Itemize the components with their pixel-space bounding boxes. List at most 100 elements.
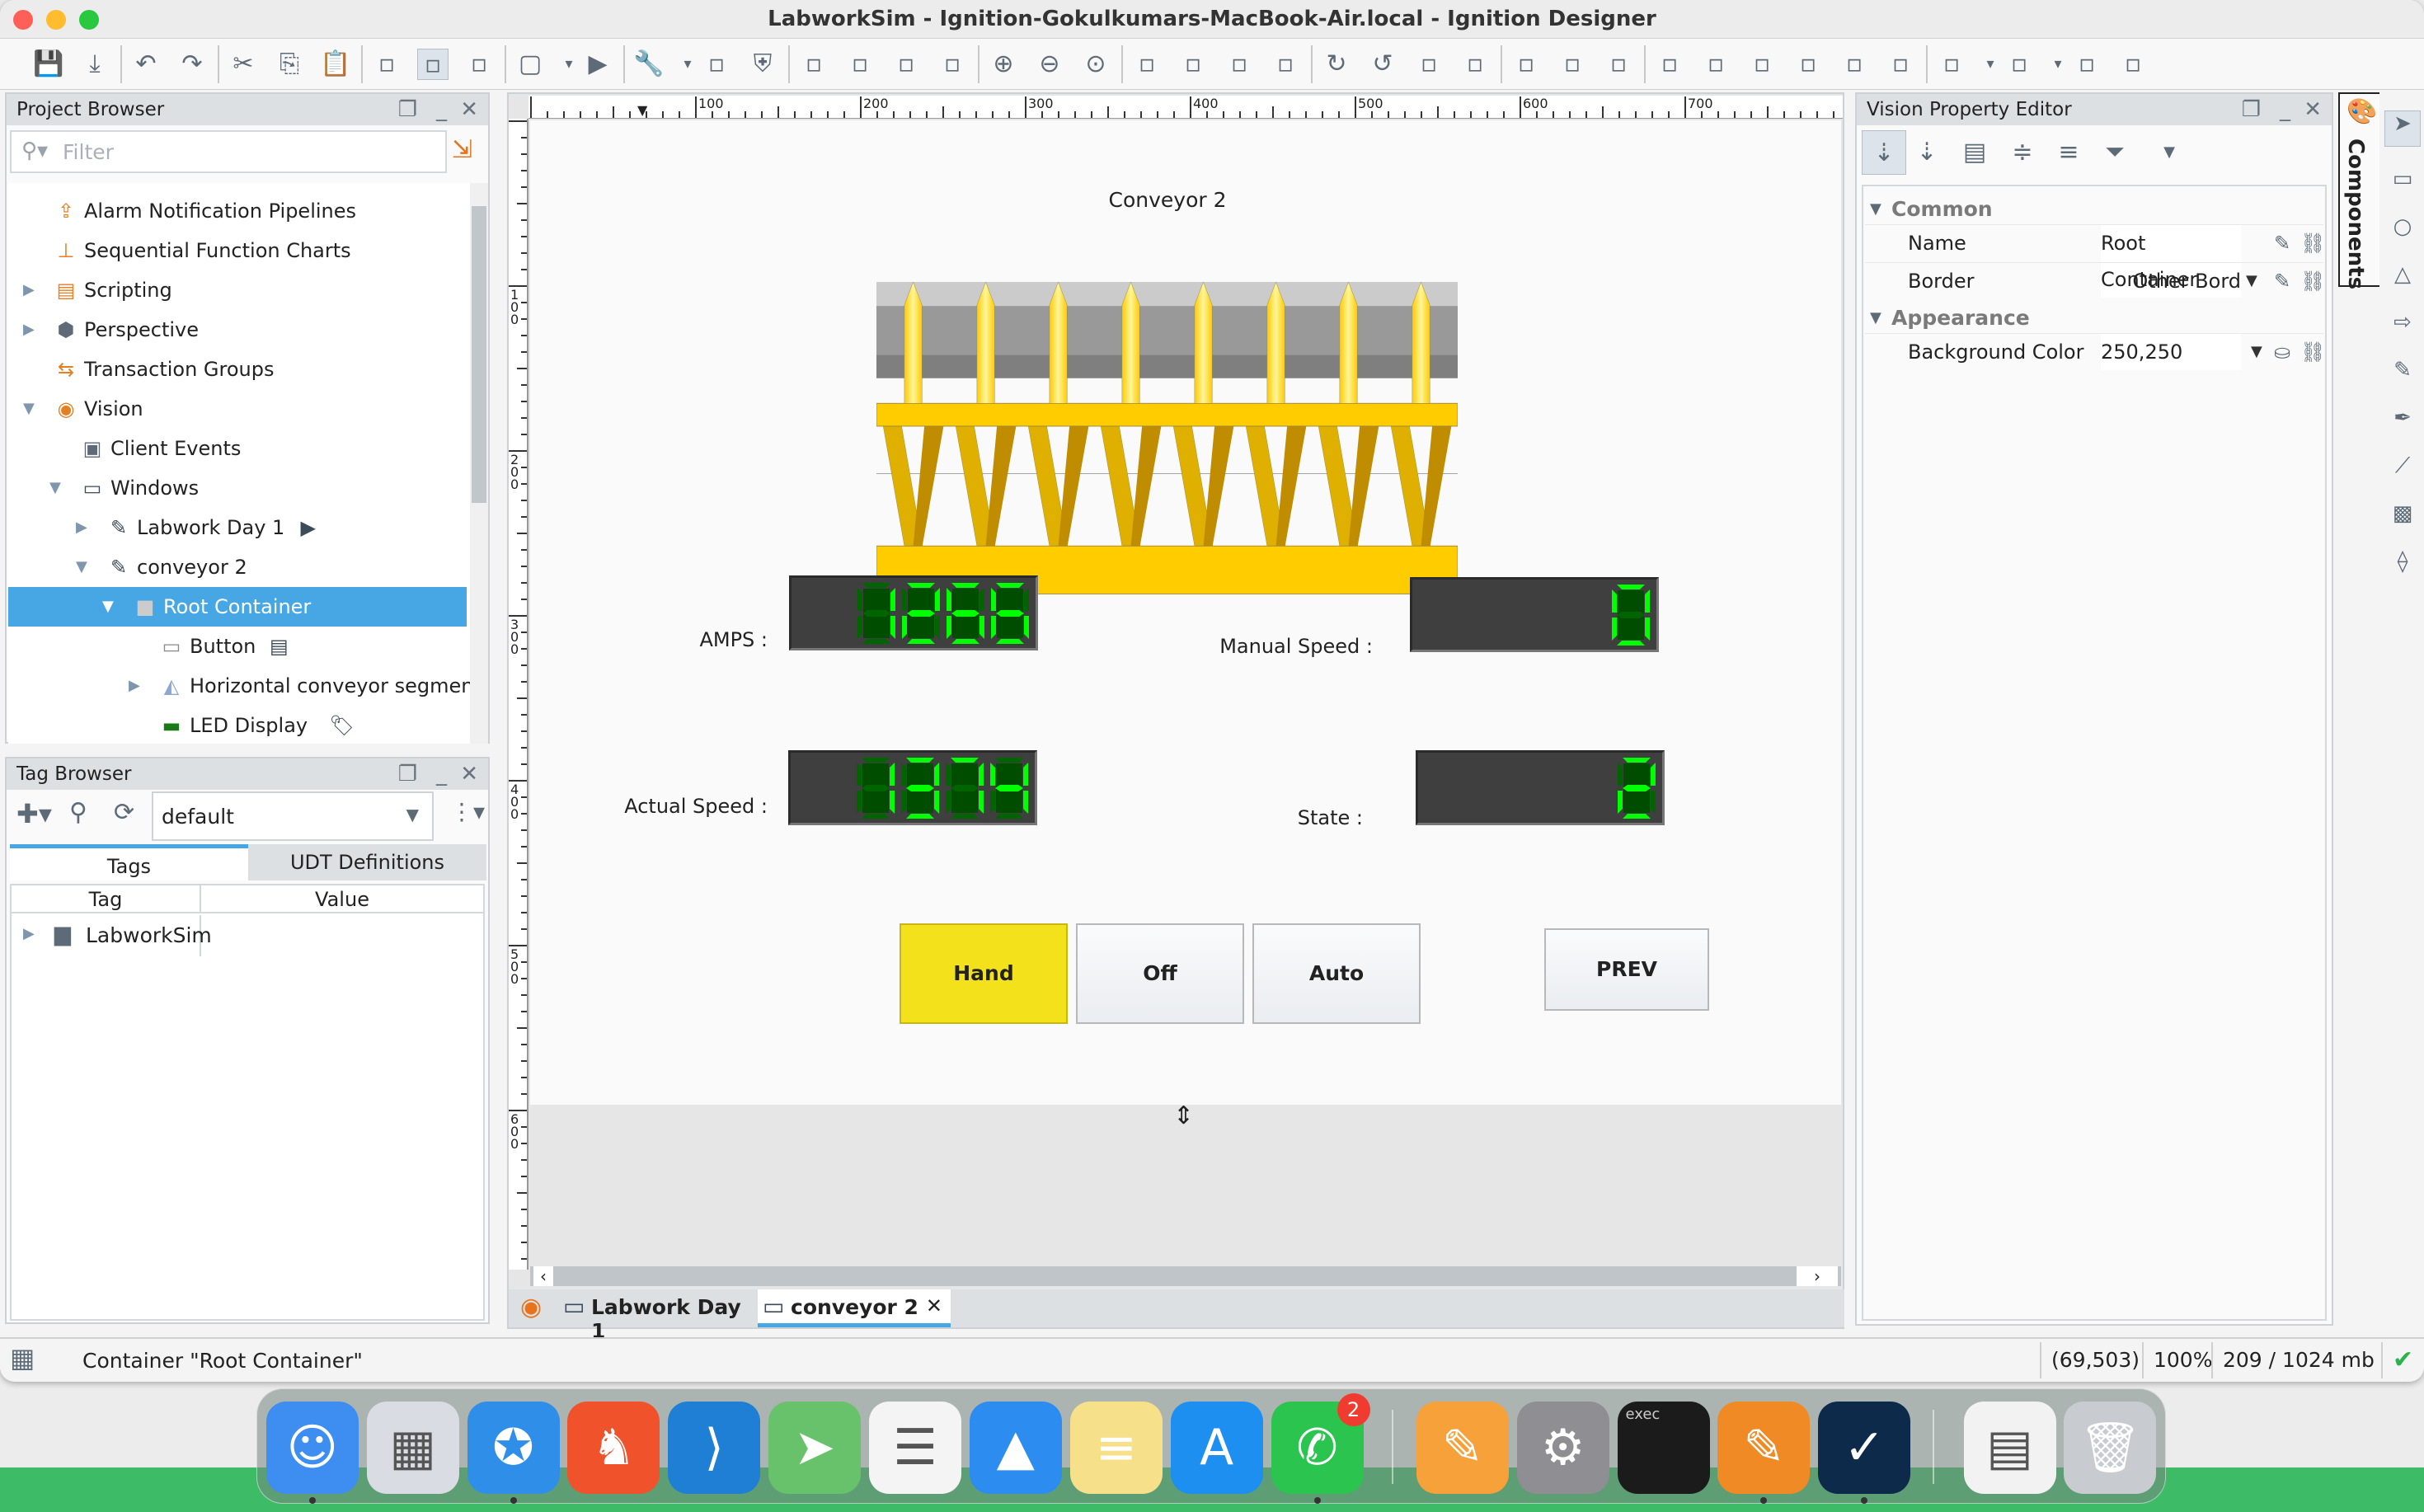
tree-item[interactable]: ▶ ◭ Horizontal conveyor segment [8, 666, 470, 706]
minimize-icon[interactable]: _ [436, 758, 447, 790]
property-row[interactable]: Name Root Container ✎ ⛓ [1865, 224, 2325, 298]
gradient-tool-icon[interactable]: ▩ [2384, 501, 2421, 538]
edit-icon[interactable]: ✎ [2274, 263, 2290, 299]
property-row[interactable]: Background Color 250,250 ▼ ⛀ ⛓ [1865, 333, 2325, 370]
more-options-icon[interactable]: ⋮▾ [450, 798, 485, 825]
tree-item[interactable]: ▶ ✎ Labwork Day 1 ▶ [8, 508, 467, 547]
align-right-icon[interactable]: ▫ [1746, 49, 1778, 80]
paste-icon[interactable]: 📋 [320, 49, 351, 80]
system-settings-icon[interactable]: ⚙ [1516, 1402, 1609, 1494]
zoom-in-icon[interactable]: ⊕ [988, 49, 1019, 80]
auto-button[interactable]: Auto [1252, 923, 1421, 1024]
same-height-icon[interactable]: ▫ [2117, 49, 2149, 80]
add-tag-icon[interactable]: ✚▾ [16, 798, 52, 829]
zoom-window-button[interactable] [79, 10, 99, 30]
minimize-icon[interactable]: _ [436, 94, 447, 125]
dropdown-icon[interactable]: ▾ [561, 49, 577, 80]
line-tool-icon[interactable]: ⟋ [2384, 453, 2421, 490]
save-icon[interactable]: 💾 [33, 49, 64, 80]
grid-icon[interactable]: ▦ [10, 1342, 35, 1373]
dropdown-icon[interactable]: ▾ [2050, 49, 2066, 80]
dropdown-icon[interactable]: ▾ [679, 49, 696, 80]
layout-icon[interactable]: ▫ [463, 49, 495, 80]
tab-conveyor-2[interactable]: ▭ conveyor 2 ✕ [758, 1289, 951, 1327]
table-row[interactable]: ▶ ▆ LabworkSim [12, 915, 212, 956]
close-icon[interactable]: ✕ [460, 94, 478, 125]
union-icon[interactable]: ▫ [1510, 49, 1542, 80]
components-side-tab[interactable]: 🎨 Components [2338, 92, 2379, 289]
launchpad-icon[interactable]: ▦ [366, 1402, 459, 1494]
tree-item[interactable]: ▶ ⬢ Perspective [8, 310, 467, 350]
amps-led-display[interactable] [789, 575, 1038, 650]
link-with-editor-icon[interactable]: ⇲ [452, 135, 472, 164]
root-container[interactable]: Conveyor 2 AMPS : Manual Speed : Actual … [530, 120, 1841, 1105]
search-icon[interactable]: ⚲ [69, 798, 87, 827]
property-section-common[interactable]: ▼ Common [1865, 191, 2323, 228]
pencil-tool-icon[interactable]: ✎ [2384, 358, 2421, 394]
hand-button[interactable]: Hand [900, 923, 1068, 1024]
tab-udt-definitions[interactable]: UDT Definitions [248, 844, 486, 880]
float-icon[interactable]: ❐ [2242, 94, 2261, 125]
chevron-down-icon[interactable]: ▼ [102, 587, 114, 627]
tree-item[interactable]: ⊥ Sequential Function Charts [8, 231, 467, 270]
group-icon[interactable]: ▫ [890, 49, 922, 80]
ignition-designer-icon[interactable]: ✎ [1717, 1402, 1811, 1494]
tree-item[interactable]: ▼ ✎ conveyor 2 [8, 547, 467, 587]
tree-item[interactable]: ▣ Client Events [8, 429, 467, 468]
vscode-icon[interactable]: ⟩ [668, 1402, 761, 1494]
ignition-vision-icon[interactable]: ✓ [1818, 1402, 1911, 1494]
resize-handle-icon[interactable]: ⇕ [1173, 1101, 1194, 1130]
state-led-display[interactable] [1416, 750, 1665, 825]
float-icon[interactable]: ❐ [398, 758, 417, 790]
close-icon[interactable]: ✕ [2304, 94, 2322, 125]
tag-provider-select[interactable]: default ▼ [152, 791, 434, 841]
align-center-icon[interactable]: ▫ [1700, 49, 1731, 80]
off-button[interactable]: Off [1076, 923, 1244, 1024]
binding-link-icon[interactable]: ⛓ [2300, 263, 2325, 299]
float-icon[interactable]: ❐ [398, 94, 417, 125]
align-top-icon[interactable]: ▫ [1792, 49, 1824, 80]
property-section-appearance[interactable]: ▼ Appearance [1865, 300, 2323, 336]
terminal-icon[interactable]: exec [1617, 1402, 1710, 1494]
prev-button[interactable]: PREV [1544, 928, 1709, 1011]
keynote-icon[interactable]: ▲ [969, 1402, 1062, 1494]
script-icon[interactable]: ▫ [701, 49, 732, 80]
chevron-down-icon[interactable]: ▼ [2251, 334, 2262, 370]
scroll-left-icon[interactable]: ‹ [533, 1266, 553, 1286]
rotate-icon[interactable]: ↻ [1321, 49, 1352, 80]
actual-speed-led-display[interactable] [788, 750, 1037, 825]
tree-item[interactable]: ▼ ■ Root Container [8, 587, 467, 627]
filter-icon[interactable]: ⏷ [2099, 137, 2130, 168]
chevron-down-icon[interactable]: ▼ [2246, 263, 2257, 299]
bring-front-icon[interactable]: ▫ [1131, 49, 1163, 80]
tree-item[interactable]: ▭ Button ▤ [8, 627, 467, 666]
distribute-h-icon[interactable]: ▫ [1936, 49, 1967, 80]
property-row[interactable]: Border Other Bord ▼ ✎ ⛓ [1865, 262, 2325, 299]
move-forward-icon[interactable]: ▫ [1224, 49, 1255, 80]
expand-icon[interactable]: ▶ [23, 925, 35, 942]
tree-item[interactable]: ▶ ▤ Scripting [8, 270, 467, 310]
property-value[interactable]: Other Bord [2101, 263, 2241, 299]
sort-categorized-icon[interactable]: ⇣ [1862, 130, 1906, 175]
snap-icon[interactable]: ▫ [417, 49, 449, 80]
ellipse-tool-icon[interactable]: ○ [2384, 214, 2421, 251]
tree-scrollbar[interactable] [470, 183, 488, 744]
cut-icon[interactable]: ✂ [228, 49, 259, 80]
list-view-icon[interactable]: ▤ [1959, 137, 1990, 168]
reminders-icon[interactable]: ☰ [869, 1402, 961, 1494]
whatsapp-icon[interactable]: ✆ 2 [1271, 1393, 1370, 1494]
tab-tags[interactable]: Tags [10, 844, 248, 880]
tree-item[interactable]: ▼ ◉ Vision [8, 389, 467, 429]
same-width-icon[interactable]: ▫ [2071, 49, 2102, 80]
vision-home-icon[interactable]: ◉ [520, 1293, 542, 1322]
resize-both-icon[interactable]: ▫ [844, 49, 876, 80]
redo-icon[interactable]: ↷ [176, 49, 208, 80]
align-bottom-icon[interactable]: ▫ [1885, 49, 1916, 80]
dropdown-icon[interactable]: ▼ [2154, 137, 2185, 168]
scroll-right-icon[interactable]: › [1797, 1266, 1838, 1286]
close-window-button[interactable] [13, 10, 33, 30]
select-tool-icon[interactable]: ➤ [2384, 110, 2421, 147]
polygon-tool-icon[interactable]: △ [2384, 262, 2421, 298]
rotate-left-icon[interactable]: ↺ [1367, 49, 1398, 80]
move-backward-icon[interactable]: ▫ [1270, 49, 1301, 80]
